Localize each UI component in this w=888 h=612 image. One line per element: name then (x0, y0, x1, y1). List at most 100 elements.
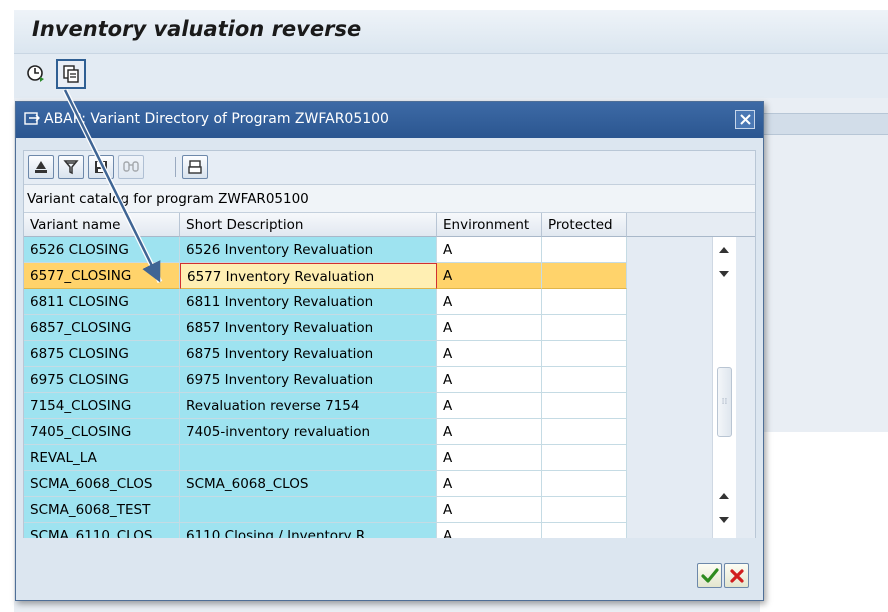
short-description-cell[interactable]: 6857 Inventory Revaluation (180, 315, 437, 341)
protected-cell[interactable] (542, 523, 627, 538)
short-description-cell[interactable]: 6875 Inventory Revaluation (180, 341, 437, 367)
col-header-protected[interactable]: Protected (542, 213, 627, 237)
dialog-window-icon (24, 112, 40, 130)
protected-cell[interactable] (542, 471, 627, 497)
variant-name-cell[interactable]: 6975 CLOSING (24, 367, 180, 393)
find-button[interactable] (118, 155, 144, 179)
table-row[interactable]: 6577_CLOSING 6577 Inventory Revaluation A (24, 263, 627, 289)
filter-icon (63, 160, 79, 175)
short-description-cell[interactable] (180, 445, 437, 471)
table-row[interactable]: 7405_CLOSING 7405-inventory revaluation A (24, 419, 627, 445)
protected-cell[interactable] (542, 263, 627, 289)
filter-button[interactable] (58, 155, 84, 179)
table-row[interactable]: 6811 CLOSING 6811 Inventory Revaluation A (24, 289, 627, 315)
execute-button[interactable] (24, 62, 48, 86)
page-title: Inventory valuation reverse (32, 17, 362, 41)
cancel-button[interactable] (724, 563, 749, 588)
protected-cell[interactable] (542, 393, 627, 419)
environment-cell[interactable]: A (437, 419, 542, 445)
short-description-cell[interactable]: 6577 Inventory Revaluation (180, 263, 437, 289)
table-row[interactable]: 6975 CLOSING 6975 Inventory Revaluation A (24, 367, 627, 393)
scrollbar-thumb[interactable]: ⁞⁞ (717, 367, 732, 437)
table-row[interactable]: 6875 CLOSING 6875 Inventory Revaluation A (24, 341, 627, 367)
execute-clock-icon (27, 65, 44, 82)
environment-cell[interactable]: A (437, 237, 542, 263)
scroll-down-button[interactable] (717, 513, 731, 527)
variant-name-cell[interactable]: 7405_CLOSING (24, 419, 180, 445)
page-down-button[interactable] (717, 267, 731, 281)
main-content-strip (760, 113, 888, 135)
variant-name-cell[interactable]: REVAL_LA (24, 445, 180, 471)
environment-cell[interactable]: A (437, 523, 542, 538)
short-description-cell[interactable]: 6811 Inventory Revaluation (180, 289, 437, 315)
environment-cell[interactable]: A (437, 289, 542, 315)
short-description-cell[interactable] (180, 497, 437, 523)
variant-name-cell[interactable]: SCMA_6068_TEST (24, 497, 180, 523)
variant-name-cell[interactable]: 6875 CLOSING (24, 341, 180, 367)
short-description-cell[interactable]: 6110 Closing / Inventory R (180, 523, 437, 538)
protected-cell[interactable] (542, 237, 627, 263)
dialog-body: Variant catalog for program ZWFAR05100 V… (23, 150, 756, 538)
protected-cell[interactable] (542, 289, 627, 315)
variant-name-cell[interactable]: 6857_CLOSING (24, 315, 180, 341)
dialog-title: ABAP: Variant Directory of Program ZWFAR… (44, 111, 389, 127)
dialog-toolbar (24, 151, 755, 185)
variant-directory-dialog: ABAP: Variant Directory of Program ZWFAR… (15, 101, 764, 601)
protected-cell[interactable] (542, 315, 627, 341)
print-button[interactable] (182, 155, 208, 179)
dialog-title-bar[interactable]: ABAP: Variant Directory of Program ZWFAR… (16, 102, 763, 138)
short-description-cell[interactable]: 6526 Inventory Revaluation (180, 237, 437, 263)
protected-cell[interactable] (542, 367, 627, 393)
environment-cell[interactable]: A (437, 315, 542, 341)
variant-table: Variant name Short Description Environme… (24, 213, 755, 538)
variant-name-cell[interactable]: 6811 CLOSING (24, 289, 180, 315)
triangle-down-icon (719, 517, 729, 523)
select-detail-icon (35, 161, 47, 173)
environment-cell[interactable]: A (437, 367, 542, 393)
cancel-x-icon (729, 568, 744, 583)
table-row[interactable]: SCMA_6068_TEST A (24, 497, 627, 523)
main-toolbar (14, 54, 888, 98)
vertical-scrollbar[interactable]: ⁞⁞ (712, 237, 736, 538)
dialog-close-button[interactable] (735, 110, 755, 129)
col-header-variant-name[interactable]: Variant name (24, 213, 180, 237)
environment-cell[interactable]: A (437, 263, 542, 289)
table-row[interactable]: 7154_CLOSING Revaluation reverse 7154 A (24, 393, 627, 419)
table-row[interactable]: SCMA_6068_CLOS SCMA_6068_CLOS A (24, 471, 627, 497)
table-row[interactable]: 6526 CLOSING 6526 Inventory Revaluation A (24, 237, 627, 263)
table-rows: 6526 CLOSING 6526 Inventory Revaluation A 6… (24, 237, 627, 538)
confirm-button[interactable] (697, 563, 722, 588)
page-up-button[interactable] (717, 489, 731, 503)
table-row[interactable]: SCMA_6110_CLOS 6110 Closing / Inventory R… (24, 523, 627, 538)
variant-name-cell[interactable]: 6577_CLOSING (24, 263, 180, 289)
short-description-cell[interactable]: 6975 Inventory Revaluation (180, 367, 437, 393)
protected-cell[interactable] (542, 341, 627, 367)
protected-cell[interactable] (542, 419, 627, 445)
environment-cell[interactable]: A (437, 471, 542, 497)
triangle-down-icon (719, 271, 729, 277)
save-layout-button[interactable] (88, 155, 114, 179)
scroll-up-button[interactable] (717, 243, 731, 257)
short-description-cell[interactable]: 7405-inventory revaluation (180, 419, 437, 445)
variant-name-cell[interactable]: 7154_CLOSING (24, 393, 180, 419)
variant-name-cell[interactable]: SCMA_6110_CLOS (24, 523, 180, 538)
variant-name-cell[interactable]: SCMA_6068_CLOS (24, 471, 180, 497)
col-header-environment[interactable]: Environment (437, 213, 542, 237)
get-variant-button[interactable] (56, 59, 86, 89)
save-layout-icon (95, 161, 107, 173)
protected-cell[interactable] (542, 445, 627, 471)
table-row[interactable]: REVAL_LA A (24, 445, 627, 471)
environment-cell[interactable]: A (437, 445, 542, 471)
environment-cell[interactable]: A (437, 341, 542, 367)
variant-catalog-label: Variant catalog for program ZWFAR05100 (24, 185, 755, 213)
close-icon (739, 114, 751, 125)
select-detail-button[interactable] (28, 155, 54, 179)
protected-cell[interactable] (542, 497, 627, 523)
variant-name-cell[interactable]: 6526 CLOSING (24, 237, 180, 263)
short-description-cell[interactable]: SCMA_6068_CLOS (180, 471, 437, 497)
table-row[interactable]: 6857_CLOSING 6857 Inventory Revaluation A (24, 315, 627, 341)
short-description-cell[interactable]: Revaluation reverse 7154 (180, 393, 437, 419)
col-header-short-description[interactable]: Short Description (180, 213, 437, 237)
environment-cell[interactable]: A (437, 497, 542, 523)
environment-cell[interactable]: A (437, 393, 542, 419)
